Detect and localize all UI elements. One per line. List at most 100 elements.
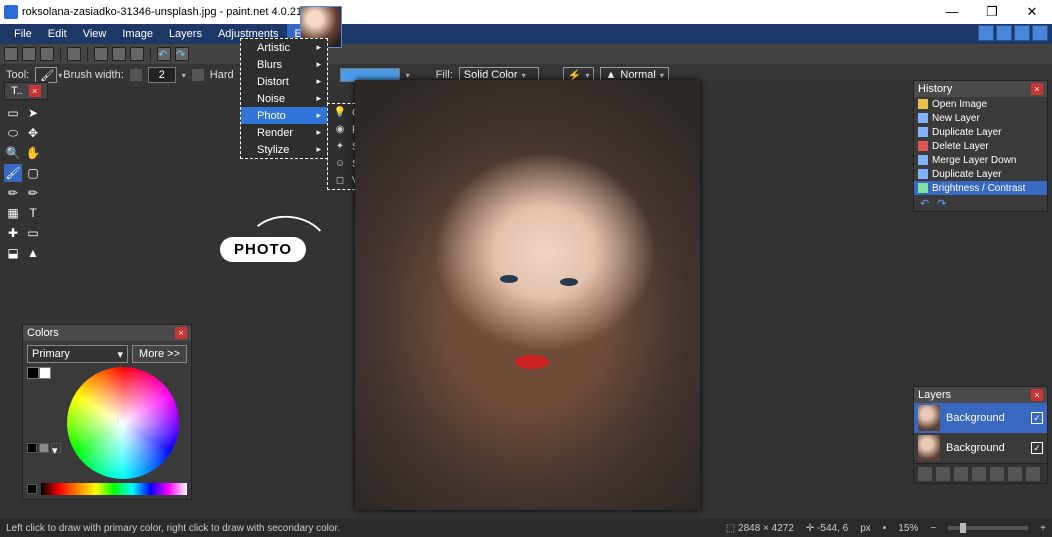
cut-button[interactable] — [94, 47, 108, 61]
save-button[interactable] — [40, 47, 54, 61]
brush-width-label: Brush width: — [63, 69, 124, 81]
undo-arrow-icon[interactable]: ↶ — [920, 197, 929, 210]
layer-thumbnail — [918, 405, 940, 431]
toggle-tools-button[interactable] — [978, 25, 994, 41]
menu-image[interactable]: Image — [114, 24, 161, 44]
tool-eraser[interactable]: ▢ — [24, 164, 42, 182]
brush-width-dropdown[interactable]: ▾ — [182, 71, 186, 80]
close-tab-button[interactable]: × — [29, 85, 41, 97]
redo-button[interactable]: ↷ — [175, 47, 189, 61]
color-strip[interactable] — [41, 483, 187, 495]
mini-swatch[interactable] — [39, 443, 49, 453]
toggle-colors-button[interactable] — [1032, 25, 1048, 41]
tool-move-selection[interactable]: ✥ — [24, 124, 42, 142]
tool-paintbrush[interactable]: 🖌 — [4, 164, 22, 182]
merge-layer-button[interactable] — [972, 467, 986, 481]
history-label: Duplicate Layer — [932, 169, 1001, 180]
status-unit[interactable]: px — [860, 523, 871, 534]
menu-edit[interactable]: Edit — [40, 24, 75, 44]
tool-text[interactable]: T — [24, 204, 42, 222]
palette-dropdown[interactable]: ▾ — [51, 443, 61, 453]
layer-row[interactable]: Background✓ — [914, 433, 1047, 463]
maximize-button[interactable]: ❐ — [972, 4, 1012, 20]
effects-item-artistic[interactable]: Artistic▸ — [241, 39, 327, 56]
menu-file[interactable]: File — [6, 24, 40, 44]
zoom-slider[interactable] — [948, 526, 1028, 530]
paste-button[interactable] — [130, 47, 144, 61]
tool-pan[interactable]: ✋ — [24, 144, 42, 162]
menu-layers[interactable]: Layers — [161, 24, 210, 44]
menu-view[interactable]: View — [75, 24, 115, 44]
color-mode-dropdown[interactable]: Primary▾ — [27, 345, 128, 363]
tool-color-picker[interactable]: ✏ — [24, 184, 42, 202]
minimize-button[interactable]: — — [932, 4, 972, 20]
history-item[interactable]: New Layer — [914, 111, 1047, 125]
tool-rect-select[interactable]: ▭ — [4, 104, 22, 122]
color-preview-dropdown[interactable]: ▾ — [406, 71, 410, 80]
effects-item-photo[interactable]: Photo▸ — [241, 107, 327, 124]
tool-picker[interactable]: 🖌▾ — [35, 67, 57, 83]
brush-increment-button[interactable] — [192, 69, 204, 81]
layer-visibility-checkbox[interactable]: ✓ — [1031, 412, 1043, 424]
toggle-layers-button[interactable] — [1014, 25, 1030, 41]
effects-item-noise[interactable]: Noise▸ — [241, 90, 327, 107]
tool-pencil[interactable]: ✏ — [4, 184, 22, 202]
effects-item-blurs[interactable]: Blurs▸ — [241, 56, 327, 73]
undo-button[interactable]: ↶ — [157, 47, 171, 61]
palette-black[interactable] — [27, 484, 37, 494]
history-item[interactable]: Duplicate Layer — [914, 167, 1047, 181]
delete-layer-button[interactable] — [936, 467, 950, 481]
sharpen-icon: ✦ — [334, 141, 346, 153]
canvas[interactable] — [355, 80, 700, 510]
color-wheel-cursor[interactable] — [117, 417, 125, 425]
status-dimensions: ⬚ 2848 × 4272 — [726, 523, 794, 534]
copy-button[interactable] — [112, 47, 126, 61]
history-item[interactable]: Duplicate Layer — [914, 125, 1047, 139]
brush-decrement-button[interactable] — [130, 69, 142, 81]
mini-swatch[interactable] — [27, 443, 37, 453]
zoom-out-button[interactable]: − — [930, 523, 936, 534]
effects-item-stylize[interactable]: Stylize▸ — [241, 141, 327, 158]
close-layers-button[interactable]: × — [1031, 389, 1043, 401]
tool-line[interactable]: ⬓ — [4, 244, 22, 262]
tool-move[interactable]: ➤ — [24, 104, 42, 122]
utility-toggle-buttons — [978, 25, 1048, 41]
effects-item-distort[interactable]: Distort▸ — [241, 73, 327, 90]
history-icon — [918, 99, 928, 109]
history-label: Open Image — [932, 99, 987, 110]
history-item[interactable]: Open Image — [914, 97, 1047, 111]
tool-gradient[interactable]: ▭ — [24, 224, 42, 242]
history-item[interactable]: Merge Layer Down — [914, 153, 1047, 167]
layer-down-button[interactable] — [1008, 467, 1022, 481]
duplicate-layer-button[interactable] — [954, 467, 968, 481]
open-file-button[interactable] — [22, 47, 36, 61]
tool-fill[interactable]: ▲ — [24, 244, 42, 262]
tool-clone[interactable]: ▦ — [4, 204, 22, 222]
toggle-history-button[interactable] — [996, 25, 1012, 41]
close-window-button[interactable]: ✕ — [1012, 4, 1052, 20]
tool-lasso[interactable]: ⬭ — [4, 124, 22, 142]
color-wheel[interactable] — [67, 367, 179, 479]
tool-shapes[interactable]: ✚ — [4, 224, 22, 242]
vignette-icon: ◻ — [334, 175, 346, 187]
more-colors-button[interactable]: More >> — [132, 345, 187, 363]
close-history-button[interactable]: × — [1031, 83, 1043, 95]
layer-visibility-checkbox[interactable]: ✓ — [1031, 442, 1043, 454]
tool-zoom[interactable]: 🔍 — [4, 144, 22, 162]
document-tab[interactable]: T.. × — [4, 82, 48, 100]
print-button[interactable] — [67, 47, 81, 61]
secondary-color-swatch[interactable] — [39, 367, 51, 379]
close-colors-button[interactable]: × — [175, 327, 187, 339]
effects-item-render[interactable]: Render▸ — [241, 124, 327, 141]
zoom-in-button[interactable]: + — [1040, 523, 1046, 534]
layer-properties-button[interactable] — [1026, 467, 1040, 481]
redo-arrow-icon[interactable]: ↷ — [937, 197, 946, 210]
new-file-button[interactable] — [4, 47, 18, 61]
history-item[interactable]: Brightness / Contrast — [914, 181, 1047, 195]
layer-up-button[interactable] — [990, 467, 1004, 481]
layer-row[interactable]: Background✓ — [914, 403, 1047, 433]
history-item[interactable]: Delete Layer — [914, 139, 1047, 153]
add-layer-button[interactable] — [918, 467, 932, 481]
primary-color-swatch[interactable] — [27, 367, 39, 379]
brush-width-input[interactable]: 2 — [148, 67, 176, 83]
